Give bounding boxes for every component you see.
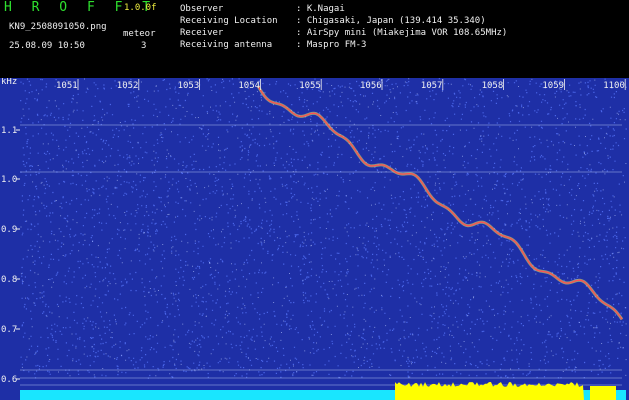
y-tick-label: 0.9: [1, 225, 17, 235]
observer-value: : K.Nagai: [296, 4, 345, 14]
image-filename: KN9_2508091050.png: [9, 22, 107, 32]
meteor-label: meteor: [123, 29, 156, 39]
x-tick-label: 1058: [482, 81, 504, 91]
spectrogram-panel: kHz 1.1 1.0 0.9 0.8 0.7 0.6 1051 1052 1053 1054 105…: [0, 78, 629, 400]
antenna-value: : Maspro FM-3: [296, 40, 367, 50]
observer-label: Observer: [180, 4, 224, 14]
location-label: Receiving Location: [180, 16, 278, 26]
x-tick-label: 1051: [56, 81, 78, 91]
y-tick-label: 0.7: [1, 325, 17, 335]
x-tick-label: 1054: [238, 81, 260, 91]
y-unit-label: kHz: [1, 78, 17, 87]
x-tick-label: 1059: [542, 81, 564, 91]
observation-datetime: 25.08.09 10:50: [9, 41, 85, 51]
receiver-label: Receiver: [180, 28, 224, 38]
x-tick-label: 1055: [299, 81, 321, 91]
y-tick-label: 0.6: [1, 375, 17, 385]
meteor-count: 3: [141, 41, 147, 51]
receiver-value: : AirSpy mini (Miakejima VOR 108.65MHz): [296, 28, 508, 38]
spectrogram-canvas: kHz 1.1 1.0 0.9 0.8 0.7 0.6 1051 1052 1053 1054 105…: [0, 78, 629, 400]
app-version: 1.0.0f: [124, 3, 157, 13]
x-tick-label: 1053: [178, 81, 200, 91]
x-tick-label: 1057: [421, 81, 443, 91]
y-tick-label: 1.1: [1, 126, 17, 136]
baseline-yellow-tail: [590, 386, 616, 400]
antenna-label: Receiving antenna: [180, 40, 273, 50]
spectrogram-background: [0, 78, 629, 400]
y-tick-label: 0.8: [1, 275, 17, 285]
y-tick-label: 1.0: [1, 175, 17, 185]
x-tick-label: 1100: [603, 81, 625, 91]
x-tick-label: 1052: [117, 81, 139, 91]
x-tick-label: 1056: [360, 81, 382, 91]
header-panel: H R O F F T 1.0.0f KN9_2508091050.png 25…: [0, 0, 629, 78]
location-value: : Chigasaki, Japan (139.414 35.340): [296, 16, 486, 26]
